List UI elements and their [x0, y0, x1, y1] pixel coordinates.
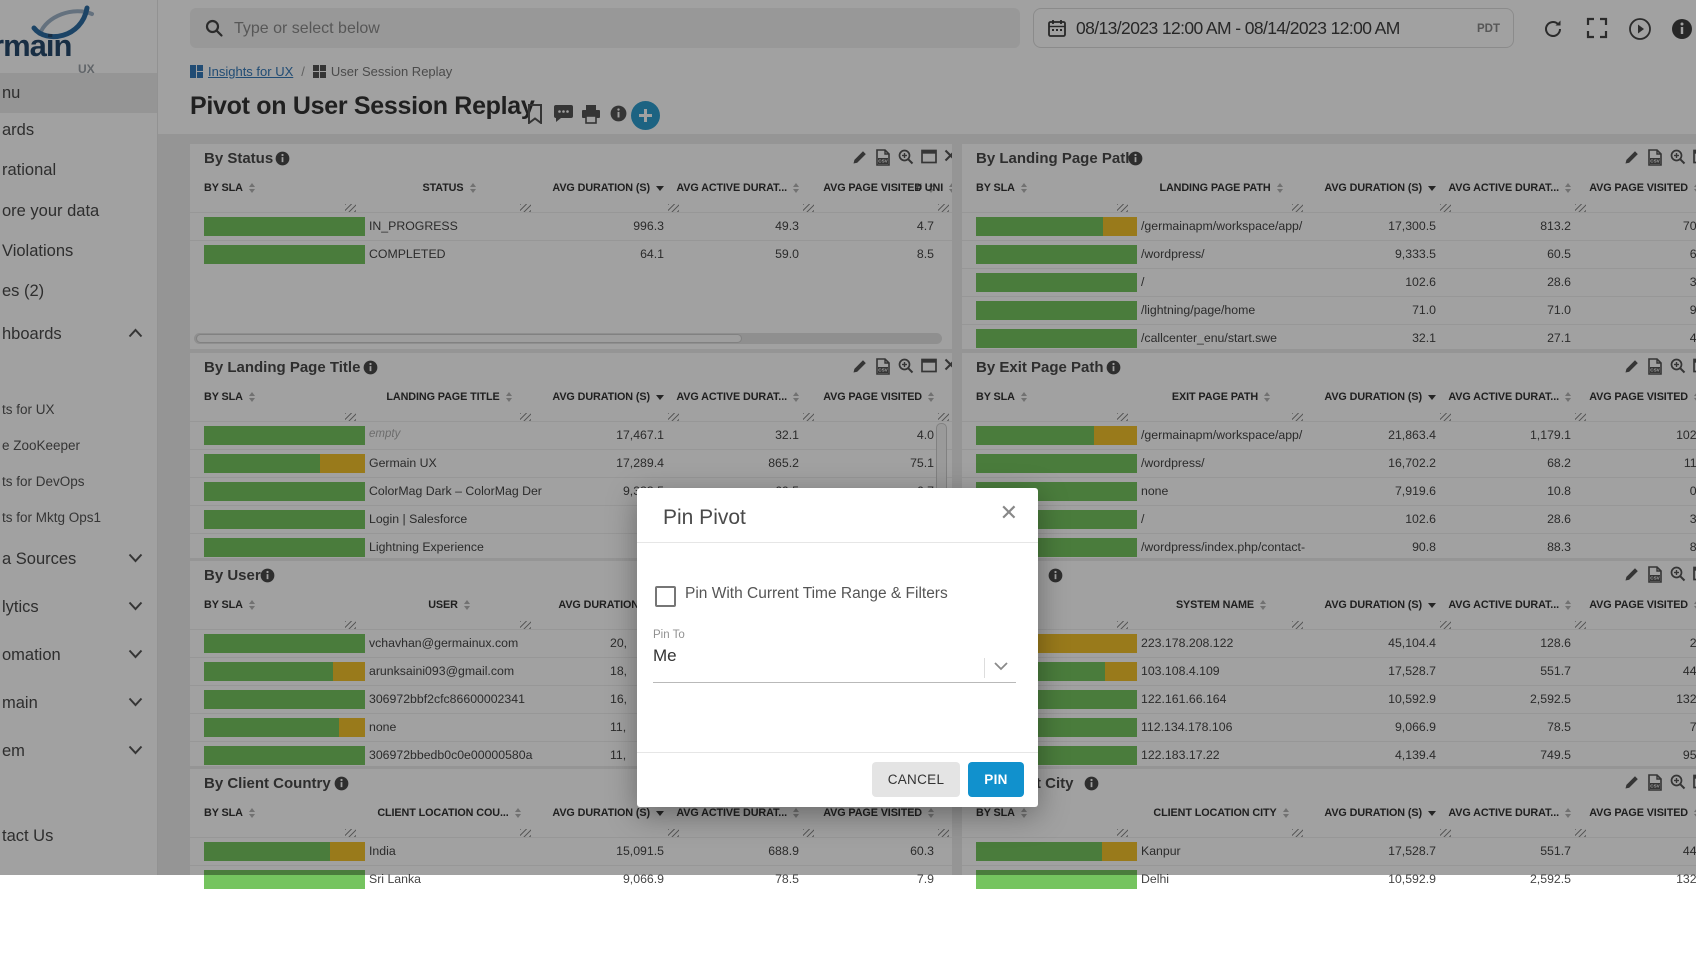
cancel-button[interactable]: CANCEL — [872, 762, 960, 797]
close-icon[interactable]: ✕ — [1000, 502, 1018, 524]
chevron-down-icon[interactable] — [994, 662, 1008, 671]
pin-button[interactable]: PIN — [968, 762, 1024, 797]
select-underline — [653, 682, 1016, 683]
pin-to-label: Pin To — [653, 629, 685, 641]
pin-to-select[interactable]: Me — [653, 646, 677, 666]
select-divider — [984, 658, 985, 678]
pin-with-filters-checkbox[interactable] — [655, 586, 676, 607]
modal-title: Pin Pivot — [663, 506, 746, 530]
pin-pivot-modal: Pin Pivot ✕ Pin With Current Time Range … — [637, 488, 1038, 807]
checkbox-label: Pin With Current Time Range & Filters — [685, 585, 948, 603]
